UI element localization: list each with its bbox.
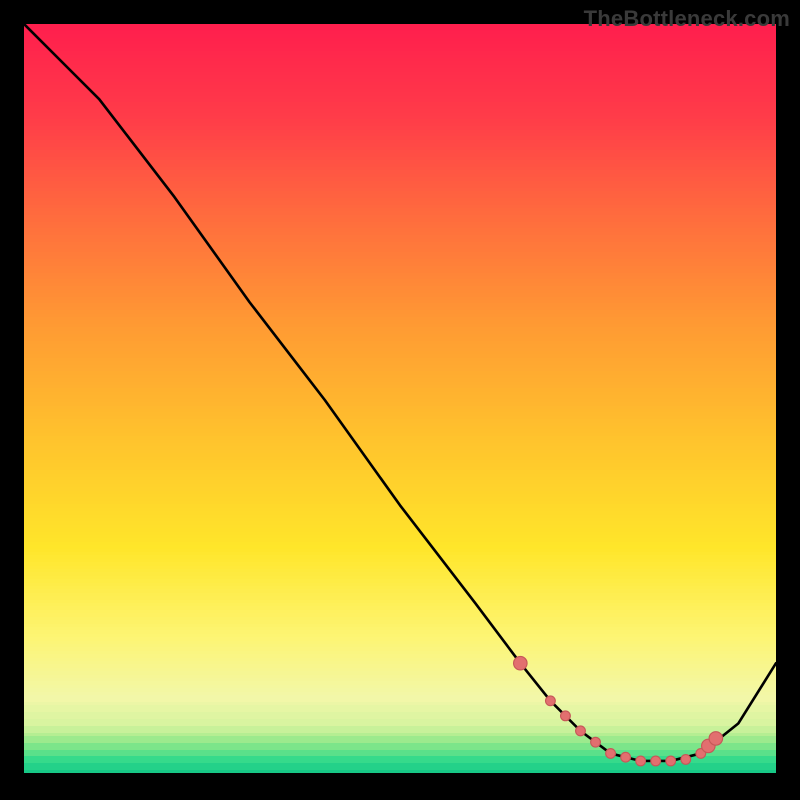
highlight-dot bbox=[514, 656, 528, 670]
watermark-text: TheBottleneck.com bbox=[584, 6, 790, 32]
highlight-dot bbox=[651, 756, 661, 766]
highlight-dot bbox=[709, 732, 723, 746]
highlight-dot bbox=[621, 752, 631, 762]
highlight-dot bbox=[681, 755, 691, 765]
highlight-dot bbox=[561, 711, 571, 721]
highlight-dot bbox=[606, 749, 616, 759]
chart-svg bbox=[24, 24, 776, 776]
highlight-dot bbox=[591, 737, 601, 747]
highlight-dot bbox=[636, 756, 646, 766]
highlight-dot bbox=[546, 696, 556, 706]
chart-frame: TheBottleneck.com bbox=[0, 0, 800, 800]
curve-line bbox=[24, 24, 776, 761]
plot-area bbox=[24, 24, 776, 776]
highlight-dot bbox=[666, 756, 676, 766]
highlight-dots bbox=[514, 656, 723, 765]
highlight-dot bbox=[576, 726, 586, 736]
